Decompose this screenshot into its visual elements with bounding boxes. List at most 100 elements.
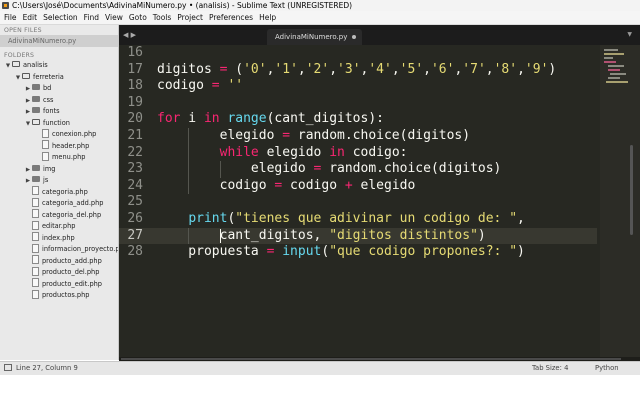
line-number: 17 [127,61,143,77]
tree-folder[interactable]: ▶ fonts [0,106,118,118]
minimap[interactable] [600,45,640,357]
tree-folder[interactable]: ▶ bd [0,83,118,95]
code-token: "que codigo propones?: " [329,244,518,260]
collapsed-arrow-icon[interactable]: ▶ [24,107,32,119]
code-token: '4' [368,61,392,77]
code-token: '8' [493,61,518,77]
tree-item-label: producto_add.php [42,256,102,265]
tree-file[interactable]: categoria_del.php [0,209,118,222]
tree-file[interactable]: menu.php [0,151,118,164]
code-line[interactable]: digitos = ('0','1','2','3','4','5','6','… [157,62,556,79]
menu-bar: File Edit Selection Find View Goto Tools Projec… [0,11,640,25]
tab-nav-arrows-icon[interactable]: ◀ ▶ [123,31,136,39]
tree-file[interactable]: index.php [0,232,118,245]
code-editor[interactable]: 16 17 18 19 20 21 22 23 24 25 26 27 28 digitos = ('0… [119,45,640,357]
tree-folder[interactable]: ▼ analisis [0,60,118,72]
file-icon [32,186,39,195]
tree-folder[interactable]: ▶ css [0,95,118,107]
horizontal-scroll-thumb[interactable] [121,358,621,360]
code-token: = [211,78,220,94]
expanded-arrow-icon[interactable]: ▼ [14,73,22,85]
code-token: for [157,111,181,127]
tree-file[interactable]: categoria.php [0,186,118,199]
tree-item-label: producto_edit.php [42,279,102,288]
tree-file[interactable]: informacion_proyecto.php [0,243,118,256]
code-line[interactable]: for i in range(cant_digitos): [157,111,384,128]
tree-file[interactable]: conexion.php [0,128,118,141]
folder-icon [22,72,30,79]
menu-item-tools[interactable]: Tools [153,13,171,22]
code-token: '2' [305,61,330,77]
unsaved-dot-icon[interactable] [352,35,356,39]
indent-guide [219,161,221,178]
status-bar: Line 27, Column 9 Tab Size: 4 Python [0,361,640,375]
code-line[interactable]: codigo = codigo + elegido [157,178,416,195]
tree-item-label: img [43,164,56,173]
open-files-label: OPEN FILES [4,27,42,34]
tree-file[interactable]: header.php [0,140,118,153]
tree-file[interactable]: categoria_add.php [0,197,118,210]
tree-file[interactable]: editar.php [0,220,118,233]
code-token: codigo [157,78,212,94]
code-line[interactable]: while elegido in codigo: [157,145,408,162]
code-token: '0' [243,61,267,77]
indent-guide [188,227,190,245]
code-line[interactable]: codigo = '' [157,78,243,95]
tree-folder[interactable]: ▼ function [0,118,118,130]
menu-item-project[interactable]: Project [177,13,203,22]
menu-item-edit[interactable]: Edit [23,13,38,22]
tree-item-label: function [43,118,70,127]
code-token: codigo: [344,144,408,160]
code-token: ) [517,244,525,260]
code-token: '7' [462,61,486,77]
code-token: "tienes que adivinar un codigo de: " [235,211,518,226]
line-number: 26 [127,211,143,226]
file-icon [32,243,39,253]
tree-folder[interactable]: ▶ js [0,175,118,187]
tree-item-label: js [43,176,49,184]
syntax-selector[interactable]: Python [595,362,619,375]
panel-toggle-icon[interactable] [4,363,12,371]
tree-file[interactable]: producto_add.php [0,255,118,268]
collapsed-arrow-icon[interactable]: ▶ [24,84,32,96]
code-line[interactable]: elegido = random.choice(digitos) [157,161,501,178]
file-icon [32,289,39,299]
code-token: , [517,61,525,77]
menu-item-view[interactable]: View [105,13,123,22]
code-line[interactable]: propuesta = input("que codigo propones?:… [157,244,525,261]
tree-file[interactable]: productos.php [0,289,118,302]
tree-file[interactable]: producto_edit.php [0,278,118,291]
tree-folder[interactable]: ▶ img [0,164,118,176]
code-line[interactable]: elegido = random.choice(digitos) [157,128,470,145]
tree-file[interactable]: producto_del.php [0,266,118,279]
menu-item-selection[interactable]: Selection [43,13,78,22]
menu-item-help[interactable]: Help [259,13,276,22]
file-icon [32,197,39,207]
indent-guide [188,128,190,195]
menu-item-preferences[interactable]: Preferences [209,13,253,22]
code-token: "digitos distintos" [329,227,478,243]
tab-size-selector[interactable]: Tab Size: 4 [532,362,568,375]
menu-item-goto[interactable]: Goto [129,13,147,22]
file-icon [32,278,39,287]
tree-folder[interactable]: ▼ ferreteria [0,72,118,84]
tree-item-label: fonts [43,107,60,115]
collapsed-arrow-icon[interactable]: ▶ [24,176,32,188]
code-token: cant_digitos, [157,227,330,243]
code-line[interactable]: cant_digitos, "digitos distintos") [157,228,486,245]
expanded-arrow-icon[interactable]: ▼ [24,119,32,131]
line-number: 22 [127,144,143,160]
tab-overflow-icon[interactable]: ▼ [627,31,632,38]
tree-item-label: ferreteria [33,72,64,81]
tree-item-label: productos.php [42,291,90,299]
menu-item-file[interactable]: File [4,13,17,22]
menu-item-find[interactable]: Find [84,13,99,22]
expanded-arrow-icon[interactable]: ▼ [4,61,12,73]
open-file-item[interactable]: AdivinaMiNumero.py [0,35,118,47]
tree-item-label: css [43,95,54,104]
code-token: = [282,128,291,143]
code-line[interactable]: print("tienes que adivinar un codigo de:… [157,211,525,228]
tab-adivinaminumero[interactable]: AdivinaMiNumero.py [267,29,362,45]
vertical-scrollbar[interactable] [630,145,633,235]
file-icon [32,220,39,230]
